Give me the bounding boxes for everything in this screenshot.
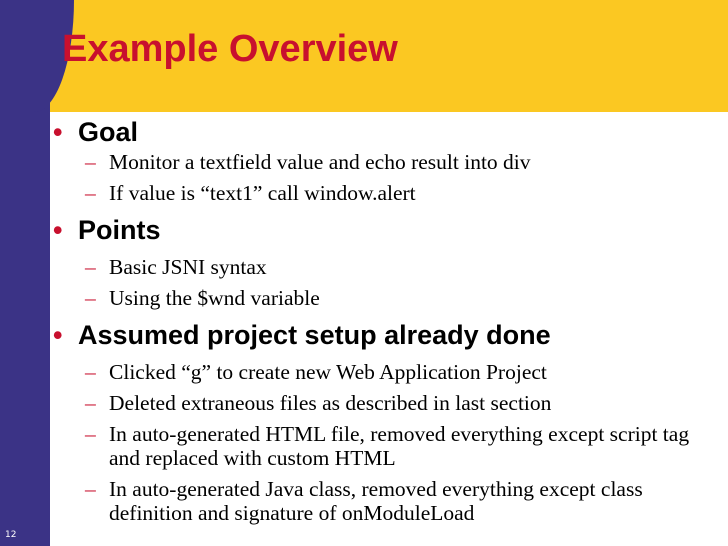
- bullet-icon: •: [53, 215, 63, 245]
- sub-bullet-text: In auto-generated Java class, removed ev…: [109, 477, 643, 525]
- bullet-icon: •: [53, 320, 63, 350]
- dash-icon: –: [85, 422, 96, 446]
- slide-content: • Goal – Monitor a textfield value and e…: [50, 114, 724, 525]
- page-number: 12: [5, 530, 17, 540]
- dash-icon: –: [85, 360, 96, 384]
- sub-bullet: – If value is “text1” call window.alert: [50, 181, 724, 205]
- slide-title: Example Overview: [62, 28, 398, 70]
- bullet-icon: •: [53, 117, 63, 147]
- sub-bullet: – Basic JSNI syntax: [50, 255, 724, 279]
- bullet-heading-assumed-setup: Assumed project setup already done: [78, 320, 551, 350]
- sub-bullet: – Deleted extraneous files as described …: [50, 391, 724, 415]
- dash-icon: –: [85, 150, 96, 174]
- dash-icon: –: [85, 477, 96, 501]
- bullet-assumed-setup: • Assumed project setup already done: [50, 317, 724, 353]
- bullet-goal: • Goal: [50, 114, 724, 150]
- dash-icon: –: [85, 286, 96, 310]
- dash-icon: –: [85, 181, 96, 205]
- sub-bullet-text: Using the $wnd variable: [109, 286, 320, 310]
- sub-bullet-text: If value is “text1” call window.alert: [109, 181, 416, 205]
- sub-bullet-text: Clicked “g” to create new Web Applicatio…: [109, 360, 547, 384]
- sub-bullet: – Monitor a textfield value and echo res…: [50, 150, 724, 174]
- sub-bullet-text: Deleted extraneous files as described in…: [109, 391, 552, 415]
- sub-bullet-text: Monitor a textfield value and echo resul…: [109, 150, 531, 174]
- sub-bullet-text: In auto-generated HTML file, removed eve…: [109, 422, 690, 470]
- dash-icon: –: [85, 391, 96, 415]
- dash-icon: –: [85, 255, 96, 279]
- sub-bullet: – In auto-generated HTML file, removed e…: [50, 422, 724, 470]
- bullet-heading-points: Points: [78, 215, 161, 245]
- sub-bullet: – In auto-generated Java class, removed …: [50, 477, 724, 525]
- sub-bullet: – Using the $wnd variable: [50, 286, 724, 310]
- sub-bullet: – Clicked “g” to create new Web Applicat…: [50, 360, 724, 384]
- sub-bullet-text: Basic JSNI syntax: [109, 255, 267, 279]
- bullet-heading-goal: Goal: [78, 117, 139, 147]
- bullet-points: • Points: [50, 212, 724, 248]
